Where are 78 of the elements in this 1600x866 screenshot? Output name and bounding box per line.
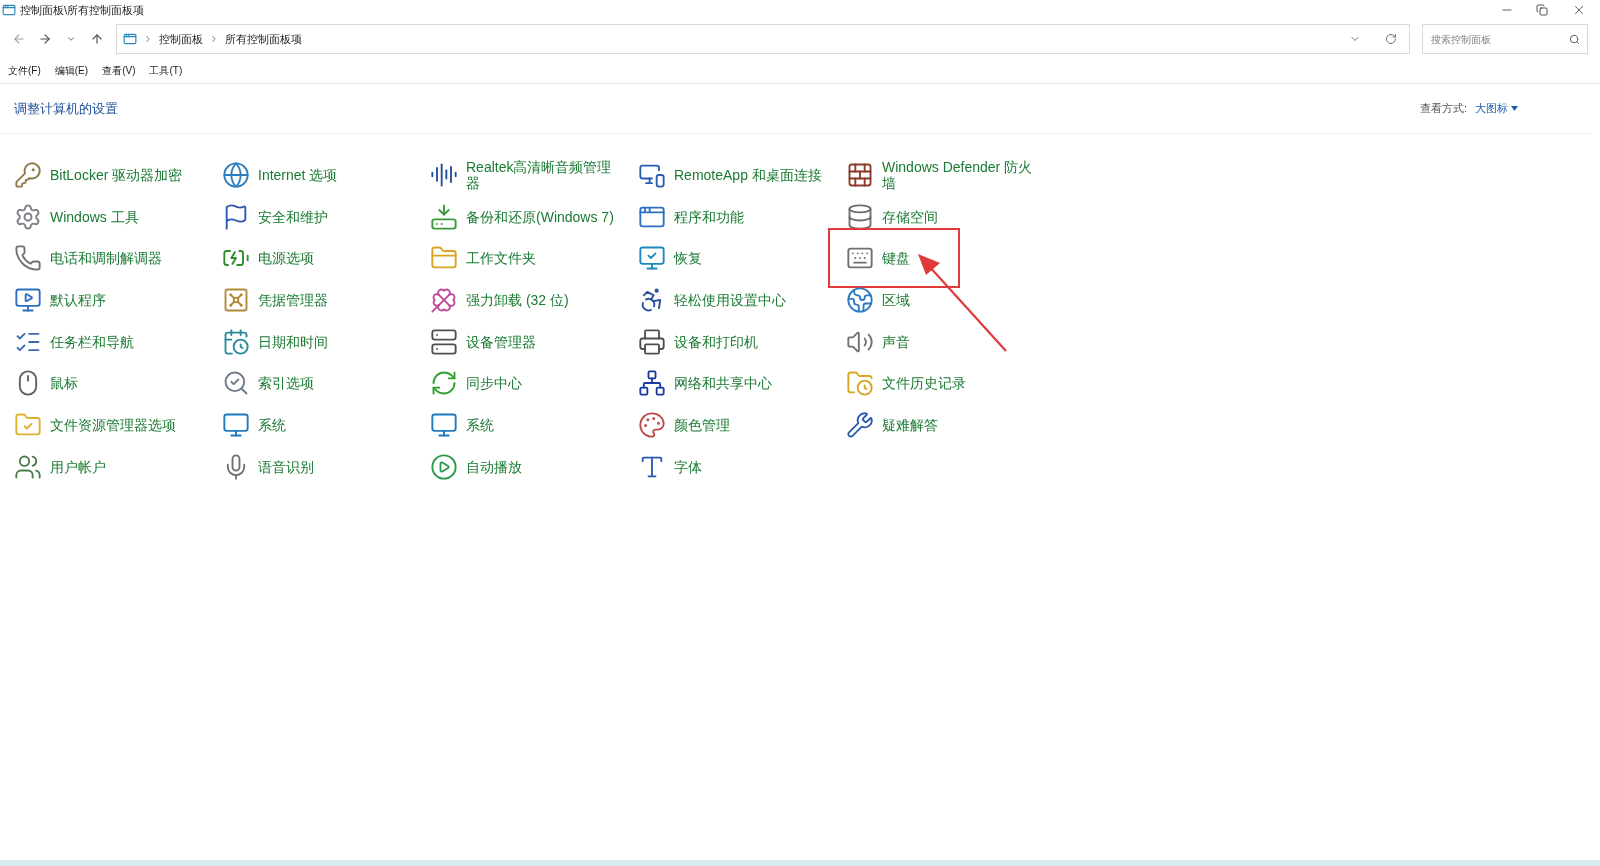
control-panel-item[interactable]: Windows Defender 防火墙 [846,158,1037,191]
breadcrumb[interactable]: 所有控制面板项 [225,30,302,48]
control-panel-item[interactable]: 存储空间 [846,202,1037,231]
control-panel-item[interactable]: 工作文件夹 [430,244,621,273]
address-bar[interactable]: 控制面板 所有控制面板项 [116,24,1410,54]
device-icon [430,327,458,356]
control-panel-item[interactable]: 文件历史记录 [846,369,1037,398]
control-panel-item[interactable]: 疑难解答 [846,410,1037,439]
storage-icon [846,202,874,231]
palette-icon [638,410,666,439]
control-panel-item[interactable]: 任务栏和导航 [14,327,205,356]
control-panel-item[interactable]: 安全和维护 [222,202,413,231]
control-panel-item[interactable]: 网络和共享中心 [638,369,829,398]
globe-icon [846,285,874,314]
view-label: 查看方式: [1419,101,1467,117]
phone-icon [14,244,42,273]
search-icon[interactable] [1569,34,1580,45]
control-panel-item[interactable]: BitLocker 驱动器加密 [14,160,205,189]
gear-icon [14,202,42,231]
control-panel-item[interactable]: 默认程序 [14,285,205,314]
separator-icon [209,34,219,44]
control-panel-item[interactable]: 声音 [846,327,1037,356]
control-panel-item[interactable]: 恢复 [638,244,829,273]
control-panel-item[interactable]: 文件资源管理器选项 [14,410,205,439]
control-panel-item[interactable]: Realtek高清晰音频管理器 [430,158,621,191]
printer-icon [638,327,666,356]
close-icon[interactable] [1572,3,1586,17]
control-panel-item[interactable]: Internet 选项 [222,160,413,189]
control-panel-item[interactable]: 用户帐户 [14,452,205,481]
menu-item[interactable]: 编辑(E) [54,63,89,78]
menu-item[interactable]: 工具(T) [149,63,183,78]
control-panel-item[interactable]: 日期和时间 [222,327,413,356]
back-icon[interactable] [12,32,26,46]
play-icon [430,452,458,481]
breadcrumb[interactable]: 控制面板 [159,30,203,48]
page-heading: 调整计算机的设置 [14,99,118,118]
control-panel-item[interactable]: 系统 [222,410,413,439]
menu-item[interactable]: 查看(V) [102,63,136,78]
window-title: 控制面板\所有控制面板项 [20,2,145,18]
forward-icon[interactable] [38,32,52,46]
restore-icon[interactable] [1536,4,1548,16]
control-panel-item[interactable]: 同步中心 [430,369,621,398]
key-icon [14,160,42,189]
control-panel-item[interactable]: Windows 工具 [14,202,205,231]
control-panel-item[interactable]: 电源选项 [222,244,413,273]
globe-icon [222,160,250,189]
caret-icon [1511,106,1518,111]
control-panel-item[interactable]: RemoteApp 和桌面连接 [638,160,829,189]
wrench-icon [846,410,874,439]
search-field[interactable]: 搜索控制面板 [1422,24,1588,54]
control-panel-icon [2,3,16,17]
view-dropdown[interactable]: 大图标 [1475,100,1518,117]
folder-icon [846,369,874,398]
menu-item[interactable]: 文件(F) [8,63,41,78]
control-panel-item[interactable]: 颜色管理 [638,410,829,439]
drive-icon [430,202,458,231]
control-panel-item[interactable]: 键盘 [828,228,960,289]
recent-icon[interactable] [66,34,76,44]
control-panel-item[interactable]: 鼠标 [14,369,205,398]
control-panel-item[interactable]: 语音识别 [222,452,413,481]
control-panel-item[interactable]: 轻松使用设置中心 [638,285,829,314]
control-panel-item[interactable]: 电话和调制解调器 [14,244,205,273]
control-panel-item[interactable]: 凭据管理器 [222,285,413,314]
up-icon[interactable] [90,32,104,46]
control-panel-item[interactable]: 强力卸载 (32 位) [430,285,621,314]
control-panel-item[interactable]: 索引选项 [222,369,413,398]
control-panel-item[interactable]: 程序和功能 [638,202,829,231]
control-panel-item[interactable]: 设备和打印机 [638,327,829,356]
control-panel-item[interactable]: 字体 [638,452,829,481]
control-panel-item[interactable]: 系统 [430,410,621,439]
separator-icon [143,34,153,44]
refresh-icon[interactable] [1385,33,1397,45]
network-icon [638,369,666,398]
control-panel-icon [123,32,137,46]
calendar-icon [222,327,250,356]
control-panel-item[interactable]: 自动播放 [430,452,621,481]
control-panel-item[interactable]: 设备管理器 [430,327,621,356]
control-panel-item[interactable]: 备份和还原(Windows 7) [430,202,621,231]
